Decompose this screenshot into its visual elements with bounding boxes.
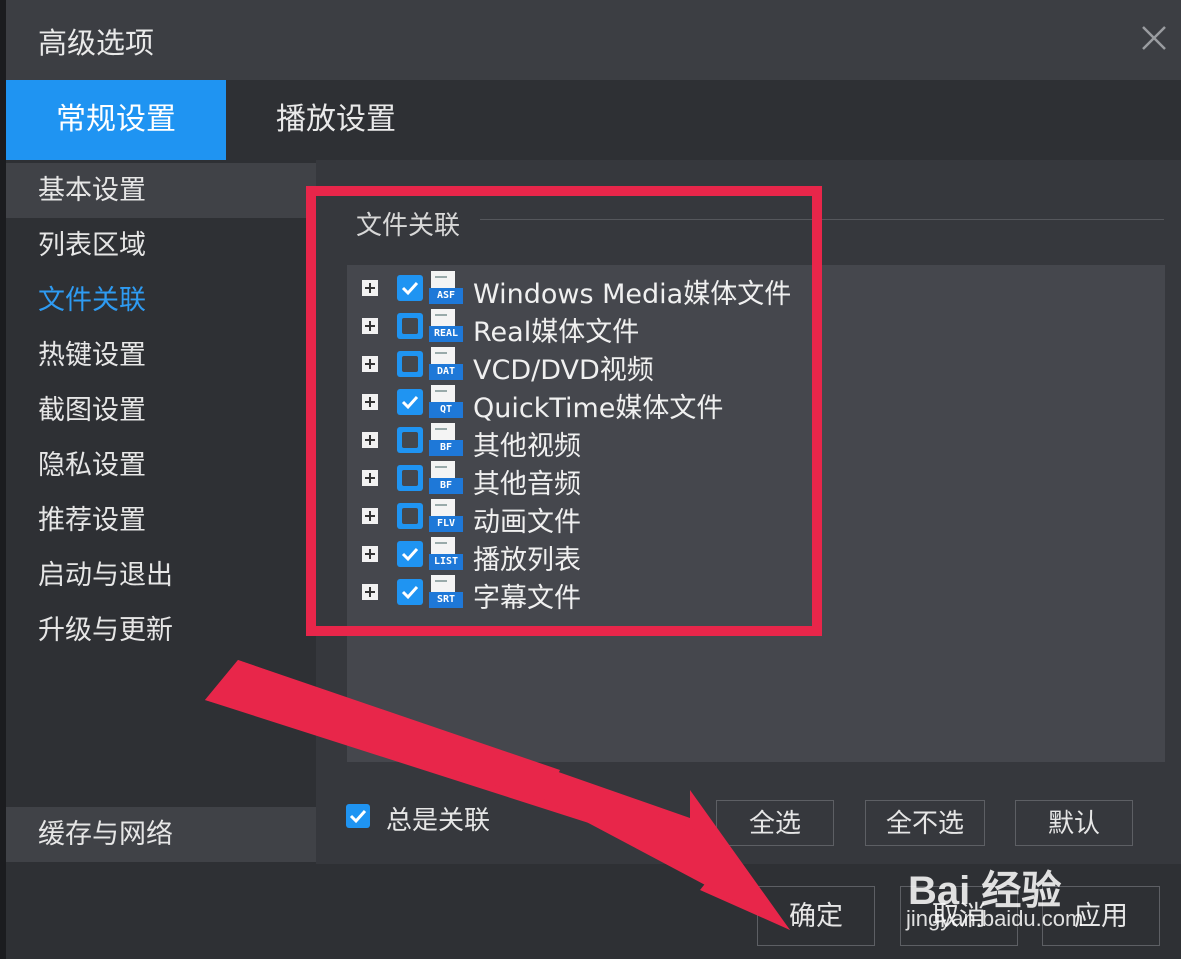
expand-icon[interactable] — [362, 432, 378, 448]
sidebar-item-cache-network[interactable]: 缓存与网络 — [6, 807, 316, 862]
srt-file-icon: SRT — [429, 575, 463, 609]
sidebar-item-label: 升级与更新 — [38, 615, 173, 646]
checkbox-checked[interactable] — [397, 389, 423, 415]
flv-file-icon: FLV — [429, 499, 463, 533]
list-file-icon: LIST — [429, 537, 463, 571]
dialog-title: 高级选项 — [38, 26, 155, 60]
sidebar-item-label: 截图设置 — [38, 395, 146, 426]
sidebar-item-file-association[interactable]: 文件关联 — [6, 273, 316, 328]
tree-row[interactable]: SRT 字幕文件 — [347, 574, 1165, 614]
settings-sidebar: 基本设置 列表区域 文件关联 热键设置 截图设置 隐私设置 推荐设置 启动与退出… — [6, 160, 316, 864]
real-file-icon: REAL — [429, 309, 463, 343]
sidebar-item-recommend[interactable]: 推荐设置 — [6, 493, 316, 548]
sidebar-item-label: 启动与退出 — [38, 560, 173, 591]
group-title: 文件关联 — [356, 211, 461, 241]
tree-row[interactable]: LIST 播放列表 — [347, 536, 1165, 576]
checkbox-unchecked[interactable] — [397, 503, 423, 529]
tree-row-label: Real媒体文件 — [473, 317, 640, 348]
expand-icon[interactable] — [362, 356, 378, 372]
tab-bar: 常规设置 播放设置 — [6, 80, 1181, 160]
title-bar: 高级选项 — [6, 0, 1181, 80]
sidebar-item-upgrade[interactable]: 升级与更新 — [6, 603, 316, 658]
sidebar-item-list-area[interactable]: 列表区域 — [6, 218, 316, 273]
group-divider — [480, 219, 1164, 220]
ok-button[interactable]: 确定 — [757, 886, 875, 946]
checkbox-unchecked[interactable] — [397, 351, 423, 377]
qt-file-icon: QT — [429, 385, 463, 419]
bf-file-icon: BF — [429, 461, 463, 495]
sidebar-item-label: 文件关联 — [38, 285, 146, 316]
always-associate-label: 总是关联 — [386, 806, 491, 836]
sidebar-item-label: 基本设置 — [38, 175, 146, 206]
expand-icon[interactable] — [362, 470, 378, 486]
bf-file-icon: BF — [429, 423, 463, 457]
watermark-url: jingyan.baidu.com — [906, 906, 1084, 931]
sidebar-item-label: 热键设置 — [38, 340, 146, 371]
sidebar-item-label: 隐私设置 — [38, 450, 146, 481]
sidebar-item-screenshot[interactable]: 截图设置 — [6, 383, 316, 438]
tree-row[interactable]: BF 其他音频 — [347, 460, 1165, 500]
checkbox-unchecked[interactable] — [397, 427, 423, 453]
tree-row[interactable]: ASF Windows Media媒体文件 — [347, 270, 1165, 310]
sidebar-item-label: 列表区域 — [38, 230, 146, 261]
expand-icon[interactable] — [362, 508, 378, 524]
tree-row[interactable]: FLV 动画文件 — [347, 498, 1165, 538]
tree-row-label: 字幕文件 — [473, 583, 581, 614]
select-none-button[interactable]: 全不选 — [865, 800, 985, 846]
tree-row-label: VCD/DVD视频 — [473, 355, 654, 386]
tree-row[interactable]: DAT VCD/DVD视频 — [347, 346, 1165, 386]
expand-icon[interactable] — [362, 584, 378, 600]
sidebar-item-hotkeys[interactable]: 热键设置 — [6, 328, 316, 383]
expand-icon[interactable] — [362, 318, 378, 334]
sidebar-item-label: 推荐设置 — [38, 505, 146, 536]
tab-general-settings[interactable]: 常规设置 — [6, 80, 226, 160]
sidebar-item-privacy[interactable]: 隐私设置 — [6, 438, 316, 493]
always-associate-checkbox[interactable] — [346, 804, 370, 828]
checkbox-checked[interactable] — [397, 275, 423, 301]
sidebar-item-basic[interactable]: 基本设置 — [6, 163, 316, 218]
tree-row-label: QuickTime媒体文件 — [473, 393, 724, 424]
checkbox-unchecked[interactable] — [397, 313, 423, 339]
sidebar-item-label: 缓存与网络 — [38, 819, 173, 850]
checkbox-unchecked[interactable] — [397, 465, 423, 491]
asf-file-icon: ASF — [429, 271, 463, 305]
file-type-tree: ASF Windows Media媒体文件 REAL Real媒体文件 DAT … — [347, 265, 1165, 762]
sidebar-item-startup-exit[interactable]: 启动与退出 — [6, 548, 316, 603]
checkbox-checked[interactable] — [397, 579, 423, 605]
tree-row-label: 其他音频 — [473, 469, 581, 500]
tree-row-label: 其他视频 — [473, 431, 581, 462]
tree-row[interactable]: BF 其他视频 — [347, 422, 1165, 462]
dat-file-icon: DAT — [429, 347, 463, 381]
tree-row[interactable]: QT QuickTime媒体文件 — [347, 384, 1165, 424]
select-all-button[interactable]: 全选 — [716, 800, 834, 846]
expand-icon[interactable] — [362, 394, 378, 410]
checkbox-checked[interactable] — [397, 541, 423, 567]
expand-icon[interactable] — [362, 546, 378, 562]
tree-row[interactable]: REAL Real媒体文件 — [347, 308, 1165, 348]
close-icon[interactable] — [1138, 22, 1170, 54]
default-button[interactable]: 默认 — [1015, 800, 1133, 846]
tree-row-label: Windows Media媒体文件 — [473, 279, 792, 310]
expand-icon[interactable] — [362, 280, 378, 296]
tree-row-label: 播放列表 — [473, 545, 581, 576]
tab-playback-settings[interactable]: 播放设置 — [226, 80, 446, 160]
tree-row-label: 动画文件 — [473, 507, 581, 538]
